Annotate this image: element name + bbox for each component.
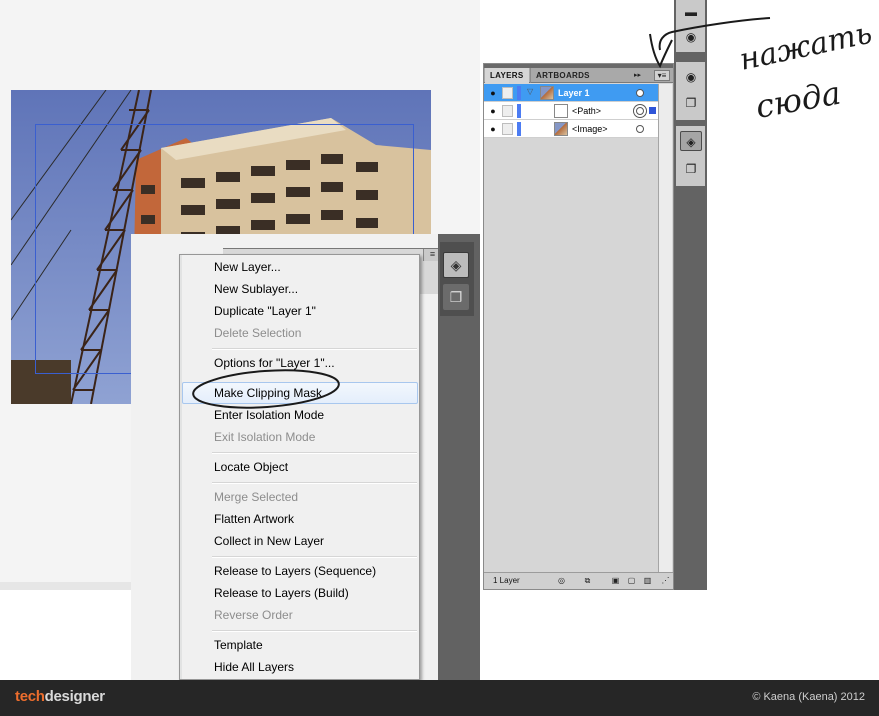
new-sublayer-icon[interactable]: ▣ — [610, 576, 621, 586]
menu-separator — [212, 482, 417, 484]
eye-icon[interactable]: ● — [487, 105, 499, 117]
transparency-icon[interactable]: ◉ — [680, 27, 702, 47]
copyright-text: © Kaena (Kaena) 2012 — [752, 691, 865, 703]
menu-item-new-sublayer[interactable]: New Sublayer... — [182, 278, 418, 300]
layers-panel: LAYERS ARTBOARDS ▸▸ ▾≡ ● ▽ Layer 1 ● <Pa… — [483, 63, 674, 590]
tab-artboards[interactable]: ARTBOARDS — [530, 68, 595, 83]
menu-item-enter-isolation-mode[interactable]: Enter Isolation Mode — [182, 404, 418, 426]
dock-group-bottom: ◈ ❐ — [676, 126, 705, 186]
menu-separator — [212, 556, 417, 558]
menu-separator — [212, 630, 417, 632]
layer-row-path[interactable]: ● <Path> — [484, 102, 658, 120]
logo-designer: designer — [44, 688, 105, 705]
make-clipping-mask-icon[interactable]: ⧉ — [582, 576, 593, 586]
menu-item-release-build[interactable]: Release to Layers (Build) — [182, 582, 418, 604]
footer-bar: techdesigner © Kaena (Kaena) 2012 — [0, 680, 879, 716]
locate-object-icon[interactable]: ◎ — [556, 576, 567, 586]
menu-item-merge-selected[interactable]: Merge Selected — [182, 486, 418, 508]
lock-toggle[interactable] — [502, 87, 513, 99]
gradient-icon[interactable]: ▬ — [680, 2, 702, 22]
selection-indicator[interactable] — [649, 107, 656, 114]
layer-color-bar — [517, 122, 521, 136]
canvas-divider — [0, 582, 132, 590]
layer-count: 1 Layer — [493, 576, 520, 585]
menu-item-make-clipping-mask[interactable]: Make Clipping Mask — [182, 382, 418, 404]
layers-scrollbar[interactable] — [658, 84, 672, 572]
layer-name: <Path> — [572, 106, 602, 116]
twirl-down-icon[interactable]: ▽ — [527, 87, 533, 96]
layer-row-image[interactable]: ● <Image> — [484, 120, 658, 138]
menu-item-flatten-artwork[interactable]: Flatten Artwork — [182, 508, 418, 530]
menu-item-layer-options[interactable]: Options for "Layer 1"... — [182, 352, 418, 374]
collapse-arrows-icon[interactable]: ▸▸ — [634, 68, 641, 83]
menu-item-new-layer[interactable]: New Layer... — [182, 256, 418, 278]
techdesigner-logo[interactable]: techdesigner — [15, 687, 105, 707]
eye-icon[interactable]: ● — [487, 123, 499, 135]
layer-color-bar — [517, 104, 521, 118]
new-layer-icon[interactable]: ▢ — [626, 576, 637, 586]
menu-item-exit-isolation-mode[interactable]: Exit Isolation Mode — [182, 426, 418, 448]
panel-tab-bar: LAYERS ARTBOARDS ▸▸ ▾≡ — [484, 68, 673, 83]
graphic-styles-icon[interactable]: ❐ — [680, 93, 702, 113]
menu-separator — [212, 348, 417, 350]
layer-row-layer-1[interactable]: ● ▽ Layer 1 — [484, 84, 658, 102]
menu-item-collect-in-new-layer[interactable]: Collect in New Layer — [182, 530, 418, 552]
dock-group-middle: ◉ ❐ — [676, 62, 705, 120]
lock-toggle[interactable] — [502, 123, 513, 135]
resize-grip-icon[interactable]: ⋰ — [660, 576, 671, 586]
panel-menu-button[interactable]: ▾≡ — [654, 70, 670, 81]
artboards-icon[interactable]: ❐ — [443, 284, 469, 310]
annotation-word-2: сюда — [753, 74, 844, 126]
tab-layers[interactable]: LAYERS — [485, 68, 529, 83]
logo-tech: tech — [15, 688, 45, 705]
eye-icon[interactable]: ● — [487, 87, 499, 99]
menu-item-locate-object[interactable]: Locate Object — [182, 456, 418, 478]
layers-icon[interactable]: ◈ — [443, 252, 469, 278]
menu-item-hide-all-layers[interactable]: Hide All Layers — [182, 656, 418, 678]
menu-item-duplicate-layer[interactable]: Duplicate "Layer 1" — [182, 300, 418, 322]
layers-panel-footer: 1 Layer ◎ ⧉ ▣ ▢ ▥ ⋰ — [484, 572, 673, 589]
menu-item-release-sequence[interactable]: Release to Layers (Sequence) — [182, 560, 418, 582]
menu-item-template[interactable]: Template — [182, 634, 418, 656]
layer-thumbnail — [554, 122, 568, 136]
screenshot-root: ≡ ◈ ❐ New Layer... New Sublayer... Dupli… — [0, 0, 879, 716]
menu-separator — [212, 452, 417, 454]
target-circle-icon[interactable] — [636, 125, 644, 133]
trash-icon[interactable]: ▥ — [642, 576, 653, 586]
layers-panel-flyout-menu: New Layer... New Sublayer... Duplicate "… — [179, 254, 420, 680]
target-circle-icon[interactable] — [636, 89, 644, 97]
layer-name: <Image> — [572, 124, 608, 134]
collapsed-dock: ◈ ❐ — [440, 242, 474, 316]
right-tool-dock: ▬ ◉ ◉ ❐ ◈ ❐ — [674, 0, 707, 590]
menu-item-reverse-order[interactable]: Reverse Order — [182, 604, 418, 626]
layer-thumbnail — [540, 86, 554, 100]
layer-name: Layer 1 — [558, 88, 590, 98]
layer-color-bar — [517, 86, 521, 100]
annotation-arrowhead — [649, 33, 673, 69]
layer-thumbnail — [554, 104, 568, 118]
menu-item-delete-selection[interactable]: Delete Selection — [182, 322, 418, 344]
lock-toggle[interactable] — [502, 105, 513, 117]
appearance-icon[interactable]: ◉ — [680, 67, 702, 87]
artboards-icon[interactable]: ❐ — [680, 159, 702, 179]
dock-group-top: ▬ ◉ — [676, 0, 705, 52]
target-circle-icon[interactable] — [636, 107, 644, 115]
annotation-word-1: нажать — [736, 16, 875, 78]
layers-icon[interactable]: ◈ — [680, 131, 702, 151]
